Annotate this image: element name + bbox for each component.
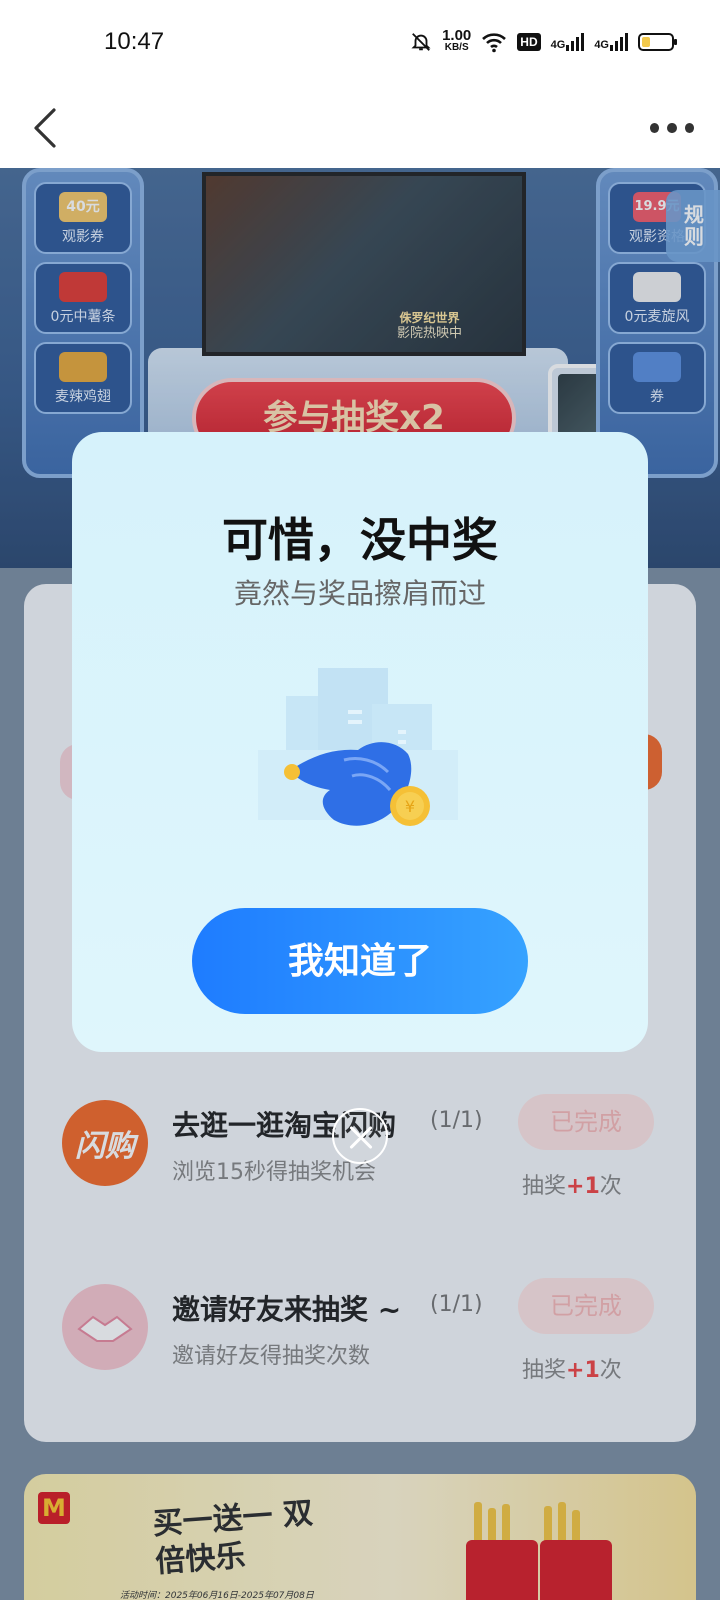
signal-4g-2: 4G [594, 33, 628, 51]
coin-symbol: ¥ [405, 797, 415, 816]
wifi-icon [482, 33, 507, 53]
close-modal-icon[interactable] [332, 1108, 388, 1164]
mcdonalds-logo: M [38, 1492, 70, 1524]
status-time: 10:47 [104, 28, 165, 55]
task-title: 邀请好友来抽奖 ~ [172, 1293, 402, 1326]
task-description: 邀请好友得抽奖次数 [172, 1344, 371, 1369]
signal-4g-1: 4G [551, 33, 585, 51]
status-bar: 10:47 1.00 KB/S HD 4G 4G [0, 0, 720, 88]
status-icons: 1.00 KB/S HD 4G 4G [410, 27, 677, 54]
more-options-icon[interactable] [650, 114, 694, 142]
task-completed-button[interactable]: 已完成 [518, 1094, 654, 1150]
fries-illustration [454, 1502, 634, 1600]
task-item: 邀请好友来抽奖 ~ (1/1) 邀请好友得抽奖次数 已完成 抽奖+1次 [24, 1276, 696, 1396]
mcdonalds-promo-banner[interactable]: M 买一送一 双倍快乐 活动时间：2025年06月16日-2025年07月08日 [24, 1474, 696, 1600]
task-progress: (1/1) [430, 1292, 483, 1317]
network-speed: 1.00 KB/S [442, 27, 472, 53]
promo-date: 活动时间：2025年06月16日-2025年07月08日 [120, 1591, 314, 1600]
prize-coupon: 券 [608, 342, 706, 414]
handshake-icon [62, 1284, 148, 1370]
modal-title: 可惜，没中奖 [222, 513, 498, 567]
task-reward: 抽奖+1次 [522, 1174, 622, 1199]
back-arrow-icon[interactable] [26, 100, 66, 156]
task-reward: 抽奖+1次 [522, 1358, 622, 1383]
movie-badge: 侏罗纪世界 影院热映中 [396, 311, 462, 341]
prize-ticket-40: 40元 观影券 [34, 182, 132, 254]
confirm-button[interactable]: 我知道了 [192, 908, 528, 1014]
task-completed-button[interactable]: 已完成 [518, 1278, 654, 1334]
flash-sale-icon: 闪购 [62, 1100, 148, 1186]
movie-screen: 侏罗纪世界 影院热映中 [202, 172, 526, 356]
nav-bar [0, 88, 720, 168]
battery-icon [638, 33, 677, 51]
prize-fries: 0元中薯条 [34, 262, 132, 334]
rules-tab[interactable]: 规则 [666, 190, 720, 262]
modal-subtitle: 竟然与奖品擦肩而过 [233, 577, 486, 610]
prize-mcflurry: 0元麦旋风 [608, 262, 706, 334]
result-modal: 可惜，没中奖 竟然与奖品擦肩而过 ¥ 我知道了 [72, 432, 648, 1052]
prize-chicken-wings: 麦辣鸡翅 [34, 342, 132, 414]
mute-bell-icon [411, 33, 431, 51]
promo-title: 买一送一 双倍快乐 [151, 1495, 315, 1580]
task-progress: (1/1) [430, 1108, 483, 1133]
empty-hand-coin-illustration: ¥ [258, 668, 458, 826]
hd-badge: HD [517, 33, 541, 51]
